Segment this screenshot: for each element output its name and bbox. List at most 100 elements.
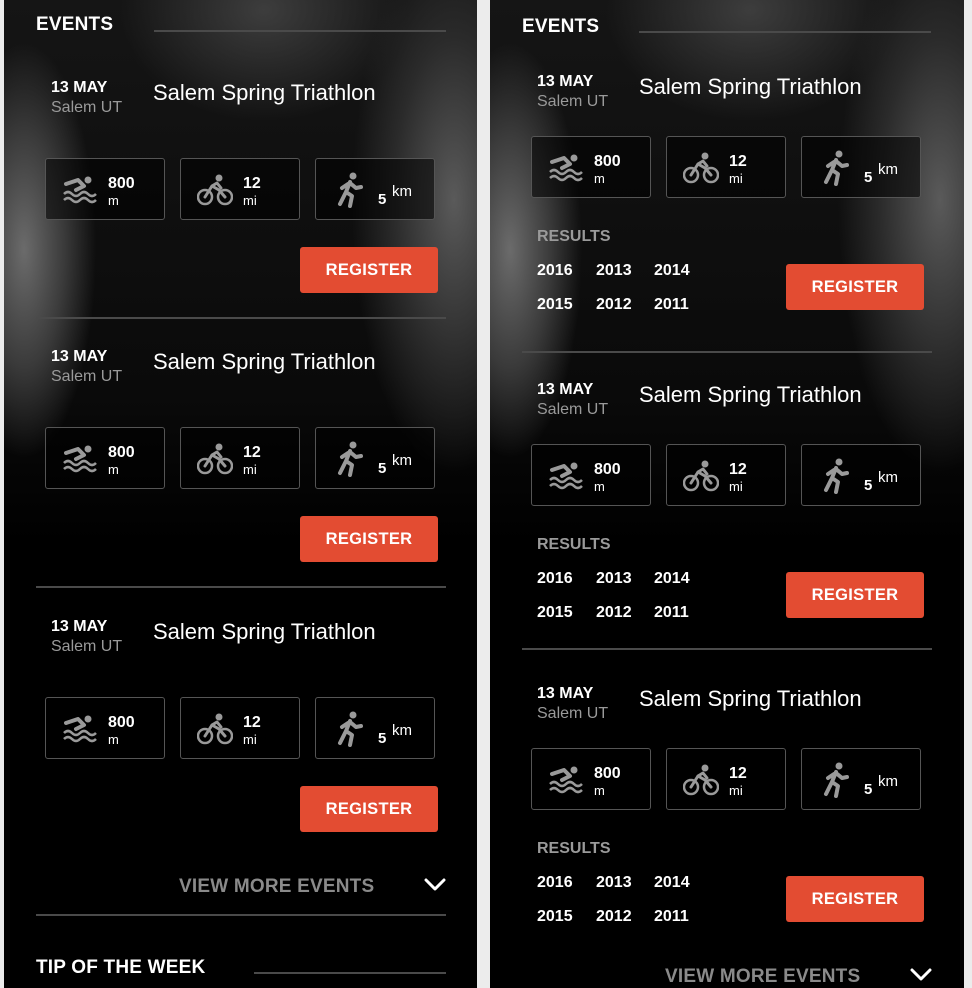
register-button[interactable]: REGISTER bbox=[786, 572, 924, 618]
swim-distance-unit: m bbox=[108, 462, 119, 477]
register-button[interactable]: REGISTER bbox=[300, 786, 438, 832]
register-button[interactable]: REGISTER bbox=[786, 264, 924, 310]
swim-distance-box: 800 m bbox=[45, 427, 165, 489]
results-year-link[interactable]: 2015 bbox=[537, 604, 573, 622]
results-year-link[interactable]: 2011 bbox=[654, 908, 689, 926]
results-year-link[interactable]: 2015 bbox=[537, 296, 573, 314]
run-distance-value: 5 bbox=[864, 169, 873, 186]
event-location: Salem UT bbox=[537, 93, 609, 110]
swim-distance-box: 800 m bbox=[531, 444, 651, 506]
events-panel-left: EVENTS 13 MAY Salem UT Salem Spring Triathl… bbox=[4, 0, 477, 988]
swim-distance-value: 800 bbox=[108, 175, 135, 192]
event-date: 13 MAY bbox=[537, 381, 594, 398]
swim-distance-unit: m bbox=[594, 171, 605, 186]
swim-distance-value: 800 bbox=[594, 461, 621, 478]
tip-title-rule bbox=[254, 972, 446, 974]
event-title: Salem Spring Triathlon bbox=[153, 619, 376, 644]
results-year-link[interactable]: 2012 bbox=[596, 296, 632, 314]
results-year-link[interactable]: 2014 bbox=[654, 262, 690, 280]
results-year-link[interactable]: 2012 bbox=[596, 604, 632, 622]
run-distance-value: 5 bbox=[864, 781, 873, 798]
results-year-link[interactable]: 2013 bbox=[596, 262, 632, 280]
results-year-link[interactable]: 2016 bbox=[537, 570, 573, 588]
run-icon bbox=[820, 458, 850, 494]
results-year-link[interactable]: 2016 bbox=[537, 262, 573, 280]
results-year-link[interactable]: 2012 bbox=[596, 908, 632, 926]
section-title: EVENTS bbox=[36, 14, 114, 35]
run-distance-unit: km bbox=[878, 161, 898, 178]
results-label: RESULTS bbox=[537, 536, 611, 553]
swim-distance-unit: m bbox=[108, 193, 119, 208]
event-divider bbox=[522, 351, 932, 353]
swim-distance-value: 800 bbox=[594, 153, 621, 170]
run-distance-unit: km bbox=[392, 452, 412, 469]
event-title: Salem Spring Triathlon bbox=[153, 80, 376, 105]
event-location: Salem UT bbox=[537, 401, 609, 418]
results-year-link[interactable]: 2011 bbox=[654, 604, 689, 622]
results-label: RESULTS bbox=[537, 228, 611, 245]
run-distance-value: 5 bbox=[378, 191, 387, 208]
results-label: RESULTS bbox=[537, 840, 611, 857]
event-location: Salem UT bbox=[537, 705, 609, 722]
view-more-events-link[interactable]: VIEW MORE EVENTS bbox=[665, 966, 860, 988]
chevron-down-icon[interactable] bbox=[910, 968, 932, 982]
bike-distance-value: 12 bbox=[243, 714, 261, 731]
run-icon bbox=[820, 150, 850, 186]
bike-distance-value: 12 bbox=[729, 765, 747, 782]
results-year-link[interactable]: 2011 bbox=[654, 296, 689, 314]
swim-icon bbox=[548, 764, 584, 796]
results-year-link[interactable]: 2013 bbox=[596, 570, 632, 588]
bike-distance-box: 12 mi bbox=[666, 136, 786, 198]
bike-distance-unit: mi bbox=[729, 171, 743, 186]
results-year-link[interactable]: 2014 bbox=[654, 570, 690, 588]
view-more-events-link[interactable]: VIEW MORE EVENTS bbox=[179, 876, 374, 898]
run-distance-value: 5 bbox=[864, 477, 873, 494]
bike-distance-value: 12 bbox=[243, 175, 261, 192]
results-year-link[interactable]: 2013 bbox=[596, 874, 632, 892]
run-distance-value: 5 bbox=[378, 460, 387, 477]
chevron-down-icon[interactable] bbox=[424, 878, 446, 892]
bike-distance-value: 12 bbox=[729, 153, 747, 170]
event-title: Salem Spring Triathlon bbox=[639, 382, 862, 407]
bike-icon bbox=[682, 764, 720, 796]
run-distance-box: 5 km bbox=[315, 427, 435, 489]
run-distance-box: 5 km bbox=[801, 444, 921, 506]
bike-distance-box: 12 mi bbox=[180, 697, 300, 759]
bike-distance-unit: mi bbox=[243, 462, 257, 477]
swim-icon bbox=[62, 174, 98, 206]
tip-of-the-week-title: TIP OF THE WEEK bbox=[36, 957, 206, 978]
bike-icon bbox=[682, 460, 720, 492]
section-title-rule bbox=[639, 31, 931, 33]
event-date: 13 MAY bbox=[51, 79, 108, 96]
bike-distance-value: 12 bbox=[243, 444, 261, 461]
results-year-link[interactable]: 2014 bbox=[654, 874, 690, 892]
swim-icon bbox=[62, 713, 98, 745]
bike-distance-box: 12 mi bbox=[666, 748, 786, 810]
swim-distance-unit: m bbox=[594, 783, 605, 798]
section-title-rule bbox=[154, 30, 446, 32]
swim-distance-value: 800 bbox=[108, 714, 135, 731]
run-icon bbox=[334, 711, 364, 747]
swim-distance-box: 800 m bbox=[45, 158, 165, 220]
bike-distance-unit: mi bbox=[729, 783, 743, 798]
bike-distance-unit: mi bbox=[729, 479, 743, 494]
run-icon bbox=[334, 172, 364, 208]
run-distance-box: 5 km bbox=[315, 697, 435, 759]
register-button[interactable]: REGISTER bbox=[300, 247, 438, 293]
results-year-link[interactable]: 2016 bbox=[537, 874, 573, 892]
event-date: 13 MAY bbox=[51, 348, 108, 365]
event-date: 13 MAY bbox=[51, 618, 108, 635]
run-distance-unit: km bbox=[392, 722, 412, 739]
swim-icon bbox=[62, 443, 98, 475]
event-title: Salem Spring Triathlon bbox=[153, 349, 376, 374]
run-distance-unit: km bbox=[392, 183, 412, 200]
register-button[interactable]: REGISTER bbox=[786, 876, 924, 922]
register-button[interactable]: REGISTER bbox=[300, 516, 438, 562]
event-title: Salem Spring Triathlon bbox=[639, 686, 862, 711]
bike-icon bbox=[196, 443, 234, 475]
section-title: EVENTS bbox=[522, 16, 600, 37]
swim-distance-unit: m bbox=[594, 479, 605, 494]
bike-distance-box: 12 mi bbox=[180, 158, 300, 220]
results-year-link[interactable]: 2015 bbox=[537, 908, 573, 926]
swim-distance-unit: m bbox=[108, 732, 119, 747]
